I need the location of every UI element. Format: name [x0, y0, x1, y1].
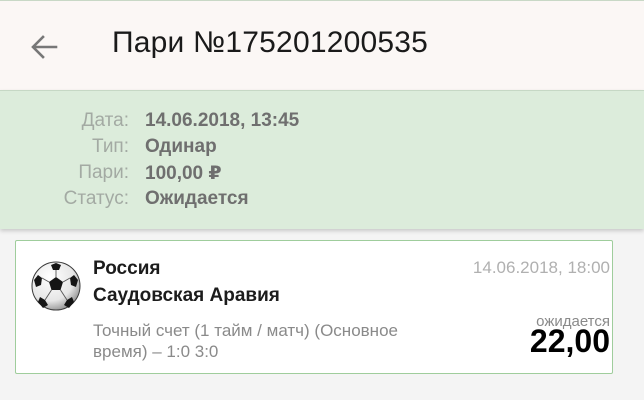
type-value: Одинар [145, 136, 217, 157]
arrow-left-icon [31, 35, 58, 59]
stake-label: Пари: [78, 162, 129, 183]
status-label: Статус: [63, 188, 129, 209]
date-label: Дата: [81, 110, 129, 131]
team-home: Россия [93, 258, 161, 279]
bet-odds: 22,00 [529, 323, 610, 359]
event-datetime: 14.06.2018, 18:00 [472, 258, 610, 277]
stake-value: 100,00 ₽ [145, 163, 222, 184]
team-away: Саудовская Аравия [93, 285, 280, 306]
soccer-ball-icon [31, 261, 81, 311]
bet-summary: Дата: 14.06.2018, 13:45 Тип: Одинар Пари… [0, 90, 644, 229]
back-button[interactable] [22, 27, 66, 67]
bet-market: Точный счет (1 тайм / матч) (Основное вр… [93, 321, 398, 361]
summary-row-date: Дата: 14.06.2018, 13:45 [0, 110, 644, 136]
summary-row-type: Тип: Одинар [0, 136, 644, 162]
status-value: Ожидается [145, 188, 249, 209]
summary-row-stake: Пари: 100,00 ₽ [0, 162, 644, 188]
date-value: 14.06.2018, 13:45 [145, 110, 300, 131]
page-title: Пари №175201200535 [112, 26, 429, 59]
type-label: Тип: [92, 136, 129, 157]
bet-event-card[interactable]: Россия Саудовская Аравия 14.06.2018, 18:… [15, 240, 613, 374]
app-bar: Пари №175201200535 [0, 0, 644, 90]
summary-row-status: Статус: Ожидается [0, 188, 644, 214]
